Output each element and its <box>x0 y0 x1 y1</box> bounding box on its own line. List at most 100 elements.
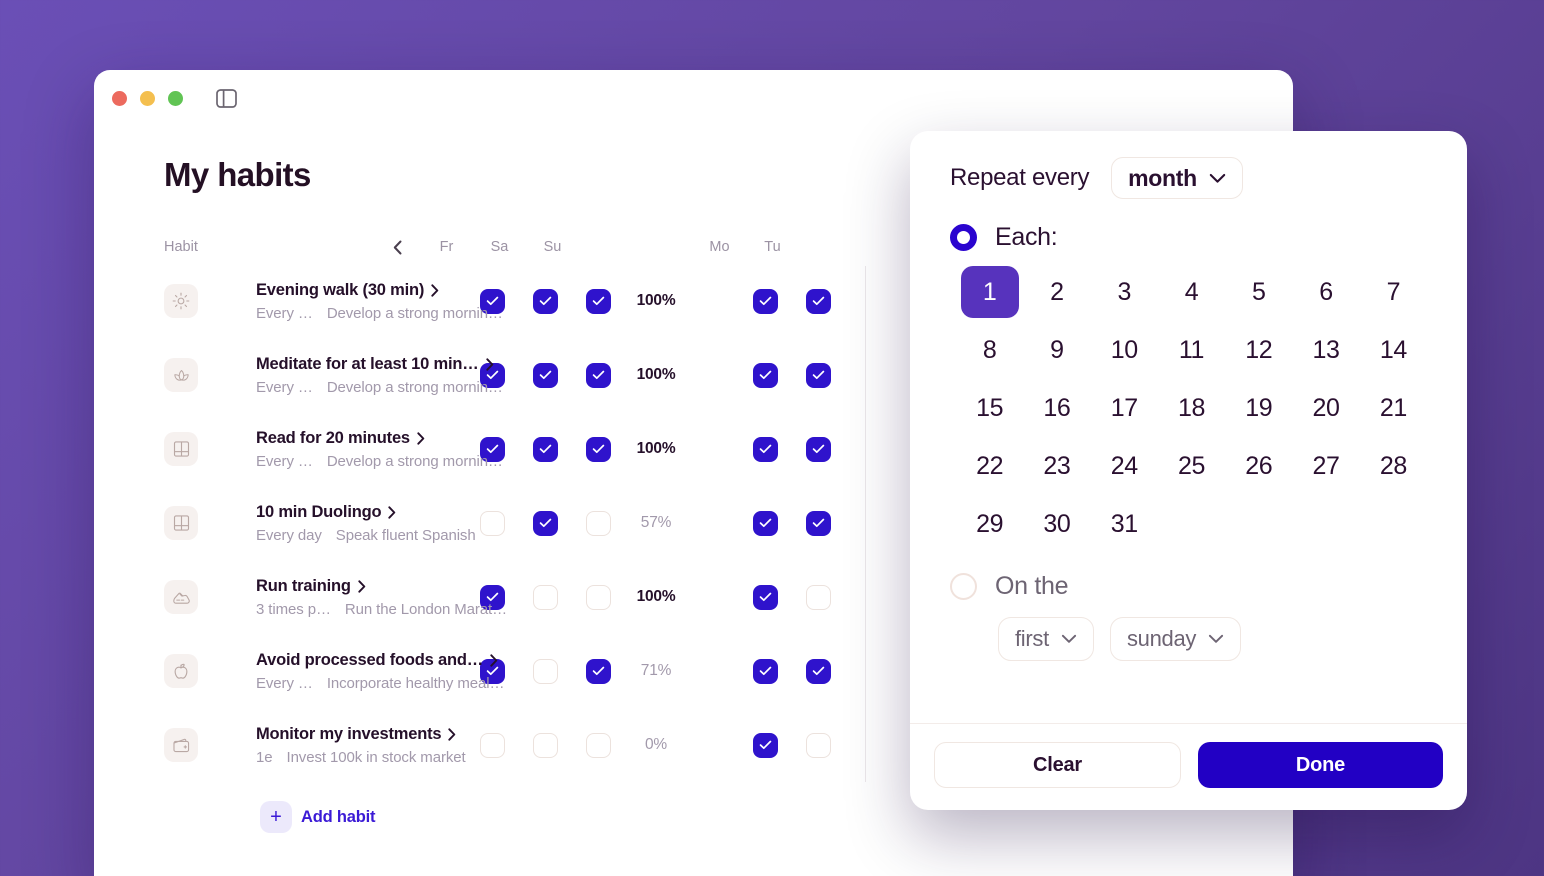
habit-name[interactable]: Run training <box>256 577 420 596</box>
day-of-month-28[interactable]: 28 <box>1360 440 1427 492</box>
habit-name[interactable]: 10 min Duolingo <box>256 503 420 522</box>
checkbox-checked-icon[interactable] <box>806 362 831 388</box>
day-of-month-14[interactable]: 14 <box>1360 324 1427 376</box>
day-of-month-13[interactable]: 13 <box>1292 324 1359 376</box>
day-of-month-27[interactable]: 27 <box>1292 440 1359 492</box>
day-of-month-15[interactable]: 15 <box>956 382 1023 434</box>
day-cell-tu[interactable] <box>792 584 845 610</box>
checkbox-checked-icon[interactable] <box>753 658 778 684</box>
checkbox-checked-icon[interactable] <box>806 436 831 462</box>
checkbox-empty-icon[interactable] <box>533 732 558 758</box>
day-of-month-22[interactable]: 22 <box>956 440 1023 492</box>
day-of-month-4[interactable]: 4 <box>1158 266 1225 318</box>
day-cell-sa[interactable] <box>519 658 572 684</box>
habit-name[interactable]: Meditate for at least 10 min… <box>256 355 493 374</box>
each-radio-button[interactable] <box>950 224 977 251</box>
day-of-month-23[interactable]: 23 <box>1023 440 1090 492</box>
day-of-month-11[interactable]: 11 <box>1158 324 1225 376</box>
close-window-button[interactable] <box>112 90 127 106</box>
day-cell-sa[interactable] <box>519 584 572 610</box>
on-the-radio-button[interactable] <box>950 573 977 600</box>
day-cell-tu[interactable] <box>792 362 845 388</box>
day-cell-su[interactable] <box>572 288 625 314</box>
day-of-month-19[interactable]: 19 <box>1225 382 1292 434</box>
habit-name[interactable]: Read for 20 minutes <box>256 429 425 448</box>
day-cell-su[interactable] <box>572 362 625 388</box>
day-of-month-12[interactable]: 12 <box>1225 324 1292 376</box>
day-cell-sa[interactable] <box>519 362 572 388</box>
day-of-month-6[interactable]: 6 <box>1292 266 1359 318</box>
day-of-month-26[interactable]: 26 <box>1225 440 1292 492</box>
checkbox-checked-icon[interactable] <box>586 362 611 388</box>
day-of-month-2[interactable]: 2 <box>1023 266 1090 318</box>
day-cell-tu[interactable] <box>792 510 845 536</box>
day-cell-su[interactable] <box>572 658 625 684</box>
minimize-window-button[interactable] <box>140 90 155 106</box>
day-cell-mo[interactable] <box>739 288 792 314</box>
day-cell-tu[interactable] <box>792 288 845 314</box>
checkbox-empty-icon[interactable] <box>480 510 505 536</box>
day-of-month-31[interactable]: 31 <box>1091 498 1158 550</box>
day-of-month-9[interactable]: 9 <box>1023 324 1090 376</box>
day-of-month-7[interactable]: 7 <box>1360 266 1427 318</box>
checkbox-checked-icon[interactable] <box>753 362 778 388</box>
day-cell-mo[interactable] <box>739 436 792 462</box>
day-cell-mo[interactable] <box>739 510 792 536</box>
day-of-month-1[interactable]: 1 <box>960 266 1019 318</box>
day-cell-sa[interactable] <box>519 288 572 314</box>
chevron-right-icon[interactable] <box>485 357 494 371</box>
ordinal-select[interactable]: first <box>998 617 1094 661</box>
checkbox-checked-icon[interactable] <box>753 510 778 536</box>
checkbox-checked-icon[interactable] <box>753 436 778 462</box>
checkbox-checked-icon[interactable] <box>806 658 831 684</box>
chevron-right-icon[interactable] <box>388 505 396 519</box>
checkbox-empty-icon[interactable] <box>586 510 611 536</box>
checkbox-empty-icon[interactable] <box>806 732 831 758</box>
each-radio-option[interactable]: Each: <box>950 223 1427 252</box>
checkbox-checked-icon[interactable] <box>753 732 778 758</box>
clear-button[interactable]: Clear <box>934 742 1181 788</box>
day-cell-sa[interactable] <box>519 436 572 462</box>
chevron-right-icon[interactable] <box>490 653 498 667</box>
day-of-month-5[interactable]: 5 <box>1225 266 1292 318</box>
day-cell-su[interactable] <box>572 584 625 610</box>
checkbox-empty-icon[interactable] <box>586 584 611 610</box>
day-of-month-24[interactable]: 24 <box>1091 440 1158 492</box>
checkbox-checked-icon[interactable] <box>806 510 831 536</box>
day-cell-tu[interactable] <box>792 436 845 462</box>
habit-name[interactable]: Avoid processed foods and… <box>256 651 498 670</box>
checkbox-checked-icon[interactable] <box>806 288 831 314</box>
frequency-select[interactable]: month <box>1111 157 1243 199</box>
day-of-month-18[interactable]: 18 <box>1158 382 1225 434</box>
day-of-month-3[interactable]: 3 <box>1091 266 1158 318</box>
checkbox-empty-icon[interactable] <box>533 584 558 610</box>
habit-name[interactable]: Evening walk (30 min) <box>256 281 439 300</box>
day-cell-su[interactable] <box>572 732 625 758</box>
day-cell-mo[interactable] <box>739 658 792 684</box>
day-cell-tu[interactable] <box>792 732 845 758</box>
checkbox-checked-icon[interactable] <box>533 436 558 462</box>
chevron-left-icon[interactable] <box>374 240 420 255</box>
on-the-radio-option[interactable]: On the <box>950 572 1427 601</box>
day-of-month-20[interactable]: 20 <box>1292 382 1359 434</box>
checkbox-empty-icon[interactable] <box>586 732 611 758</box>
day-cell-sa[interactable] <box>519 510 572 536</box>
day-of-month-29[interactable]: 29 <box>956 498 1023 550</box>
checkbox-checked-icon[interactable] <box>753 584 778 610</box>
chevron-right-icon[interactable] <box>448 727 456 741</box>
day-of-month-17[interactable]: 17 <box>1091 382 1158 434</box>
checkbox-checked-icon[interactable] <box>586 436 611 462</box>
checkbox-checked-icon[interactable] <box>533 288 558 314</box>
checkbox-checked-icon[interactable] <box>533 362 558 388</box>
day-cell-sa[interactable] <box>519 732 572 758</box>
checkbox-empty-icon[interactable] <box>806 584 831 610</box>
day-of-month-30[interactable]: 30 <box>1023 498 1090 550</box>
checkbox-checked-icon[interactable] <box>753 288 778 314</box>
chevron-right-icon[interactable] <box>431 283 439 297</box>
weekday-select[interactable]: sunday <box>1109 617 1242 661</box>
checkbox-checked-icon[interactable] <box>586 288 611 314</box>
day-cell-su[interactable] <box>572 436 625 462</box>
day-cell-tu[interactable] <box>792 658 845 684</box>
checkbox-checked-icon[interactable] <box>533 510 558 536</box>
day-of-month-8[interactable]: 8 <box>956 324 1023 376</box>
